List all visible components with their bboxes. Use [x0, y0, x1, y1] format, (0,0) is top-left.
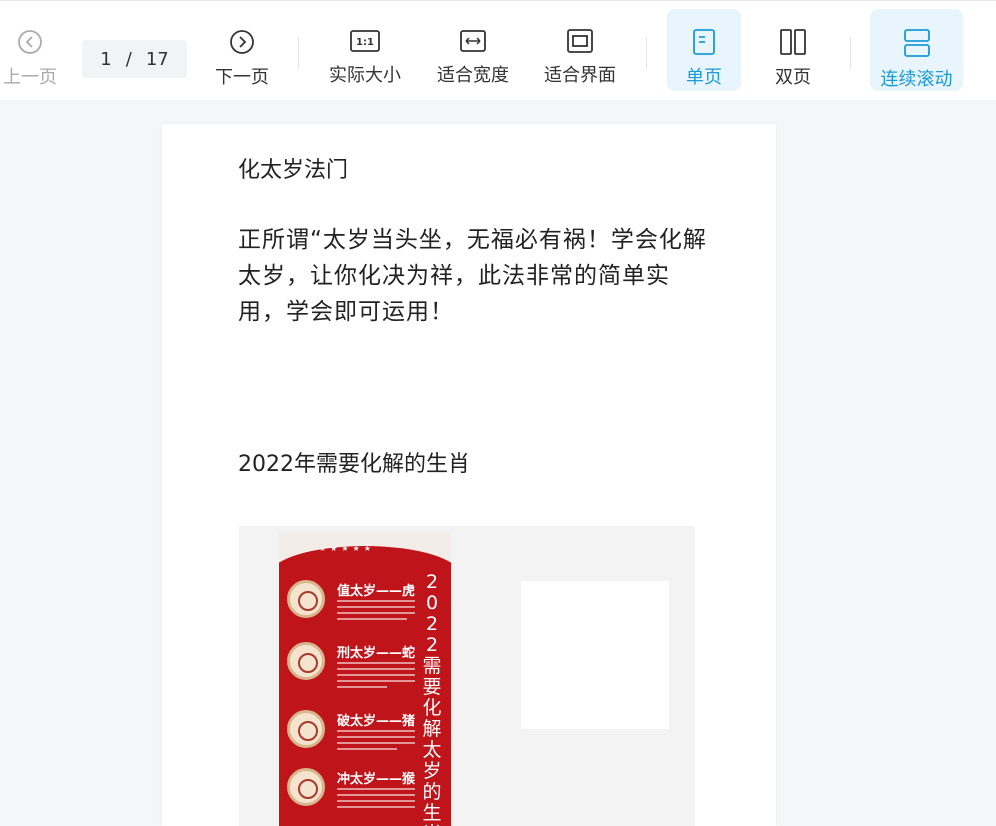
prev-page-label: 上一页 — [3, 67, 57, 88]
page-total: 17 — [145, 48, 169, 70]
continuous-scroll-button[interactable]: 连续滚动 — [870, 9, 963, 91]
poster-vertical-banner: 2022需要化解太岁的生肖 — [415, 564, 449, 826]
chevron-right-circle-icon — [229, 29, 255, 55]
poster-banner-char: 化 — [422, 697, 442, 719]
doc-body-paragraph: 正所谓“太岁当头坐，无福必有祸！学会化解太岁，让你化决为祥，此法非常的简单实用，… — [238, 227, 707, 325]
poster-banner-char: 需 — [422, 655, 442, 677]
fit-width-label: 适合宽度 — [437, 65, 509, 86]
fit-page-icon — [567, 29, 593, 53]
double-page-icon — [780, 29, 806, 55]
single-page-button[interactable]: 单页 — [667, 9, 741, 91]
single-page-label: 单页 — [686, 67, 722, 88]
actual-size-label: 实际大小 — [329, 65, 401, 86]
continuous-scroll-label: 连续滚动 — [880, 69, 953, 90]
page-current[interactable]: 1 — [100, 49, 111, 70]
fit-page-button[interactable]: 适合界面 — [537, 9, 623, 91]
poster-banner-char: 太 — [422, 739, 442, 761]
zodiac-medal-icon — [287, 642, 325, 680]
poster-banner-char: 2 — [425, 613, 439, 635]
poster-banner-char: 的 — [422, 781, 442, 803]
next-page-label: 下一页 — [215, 67, 269, 88]
toolbar-divider — [850, 37, 851, 69]
page-separator: / — [125, 48, 132, 70]
zodiac-item-title: 刑太岁——蛇 — [337, 646, 416, 661]
toolbar-divider — [646, 37, 647, 69]
image-blank-area — [521, 581, 669, 729]
zodiac-medal-icon — [287, 768, 325, 806]
toolbar: 上一页 1 / 17 下一页 1:1 实际大小 适合宽度 适合界面 单页 双页 … — [0, 0, 996, 100]
embedded-image: ★★★★★ 值太岁——虎 刑太岁——蛇 破太岁——猪 冲太岁——猴 2 0 2 … — [239, 526, 695, 826]
poster-banner-char: 生 — [422, 802, 442, 824]
double-page-button[interactable]: 双页 — [756, 9, 830, 91]
poster-banner-char: 要 — [422, 676, 442, 698]
document-page: 化太岁法门 正所谓“太岁当头坐，无福必有祸！学会化解太岁，让你化决为祥，此法非常… — [162, 124, 776, 826]
toolbar-divider — [298, 37, 299, 69]
continuous-scroll-icon — [903, 29, 930, 57]
zodiac-item-title: 值太岁——虎 — [337, 584, 416, 599]
fit-width-icon — [460, 29, 486, 53]
poster-banner-char: 0 — [425, 592, 439, 614]
actual-size-button[interactable]: 1:1 实际大小 — [322, 9, 408, 91]
actual-size-icon-text: 1:1 — [356, 37, 374, 48]
poster-banner-char: 岁 — [422, 760, 442, 782]
single-page-icon — [693, 29, 715, 55]
poster-banner-char: 2 — [425, 571, 439, 593]
fit-page-label: 适合界面 — [544, 65, 616, 86]
page-indicator[interactable]: 1 / 17 — [82, 40, 187, 78]
next-page-button[interactable]: 下一页 — [206, 9, 278, 91]
poster-stars: ★★★★★ — [319, 544, 375, 553]
poster-banner-char: 解 — [422, 718, 442, 740]
zodiac-medal-icon — [287, 580, 325, 618]
poster-banner-char: 2 — [425, 634, 439, 656]
fit-width-button[interactable]: 适合宽度 — [430, 9, 516, 91]
zodiac-item-title: 破太岁——猪 — [337, 714, 416, 729]
zodiac-item-title: 冲太岁——猴 — [337, 772, 416, 787]
actual-size-icon: 1:1 — [350, 29, 380, 53]
double-page-label: 双页 — [775, 67, 811, 88]
chevron-left-circle-icon — [17, 29, 43, 55]
doc-title: 化太岁法门 — [238, 158, 349, 183]
doc-subheading: 2022年需要化解的生肖 — [238, 452, 470, 477]
prev-page-button[interactable]: 上一页 — [0, 9, 60, 91]
zodiac-medal-icon — [287, 710, 325, 748]
